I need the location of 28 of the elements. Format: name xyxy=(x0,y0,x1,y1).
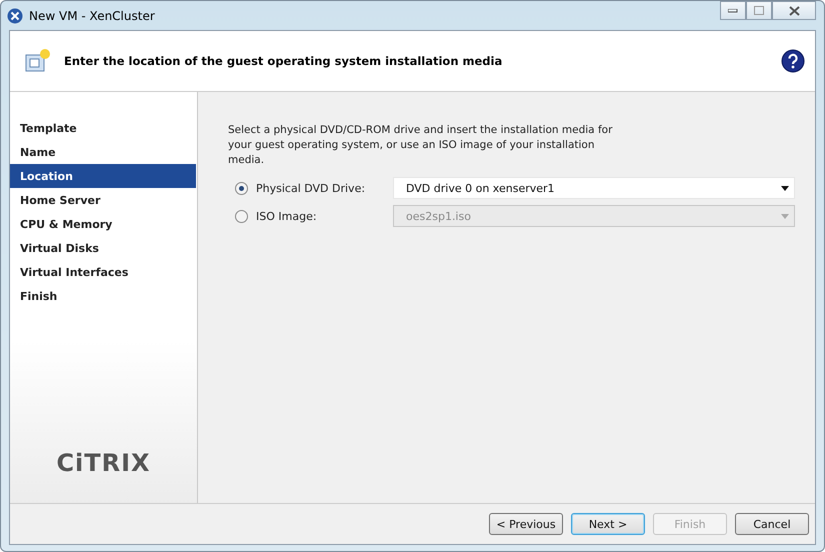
wizard-button[interactable]: Next > xyxy=(571,513,645,535)
sidebar-item[interactable]: Template xyxy=(10,116,196,140)
wizard-button[interactable]: < Previous xyxy=(489,513,563,535)
close-icon xyxy=(788,6,800,16)
sidebar-item[interactable]: Virtual Interfaces xyxy=(10,260,196,284)
radio-button[interactable] xyxy=(235,182,248,194)
dropdown-arrow-icon xyxy=(781,214,789,218)
sidebar-item[interactable]: Name xyxy=(10,140,196,164)
option-label: ISO Image: xyxy=(256,210,318,222)
sidebar-item[interactable]: Virtual Disks xyxy=(10,236,196,260)
app-icon xyxy=(7,8,23,24)
window-title: New VM - XenCluster xyxy=(29,8,156,22)
sidebar-item[interactable]: Finish xyxy=(10,284,196,308)
description-text: Select a physical DVD/CD-ROM drive and insert the installation media for your guest operating system, or use an ISO image of your installation media. xyxy=(228,123,614,168)
maximize-icon xyxy=(754,6,764,15)
wizard-button[interactable]: Cancel xyxy=(735,513,809,535)
help-icon[interactable] xyxy=(781,49,805,73)
close-button[interactable] xyxy=(772,1,816,20)
logo: CiTRIX xyxy=(56,449,151,477)
minimize-icon xyxy=(728,8,738,12)
minimize-button[interactable] xyxy=(720,1,746,20)
sidebar-item[interactable]: Home Server xyxy=(10,188,196,212)
dropdown-arrow-icon xyxy=(781,186,789,190)
header-title: Enter the location of the guest operating system installation media xyxy=(64,54,504,68)
sidebar-item[interactable]: CPU & Memory xyxy=(10,212,196,236)
sidebar-item[interactable]: Location xyxy=(10,164,196,188)
dropdown-field[interactable]: DVD drive 0 on xenserver1 xyxy=(393,177,795,199)
option-label: Physical DVD Drive: xyxy=(256,182,366,194)
